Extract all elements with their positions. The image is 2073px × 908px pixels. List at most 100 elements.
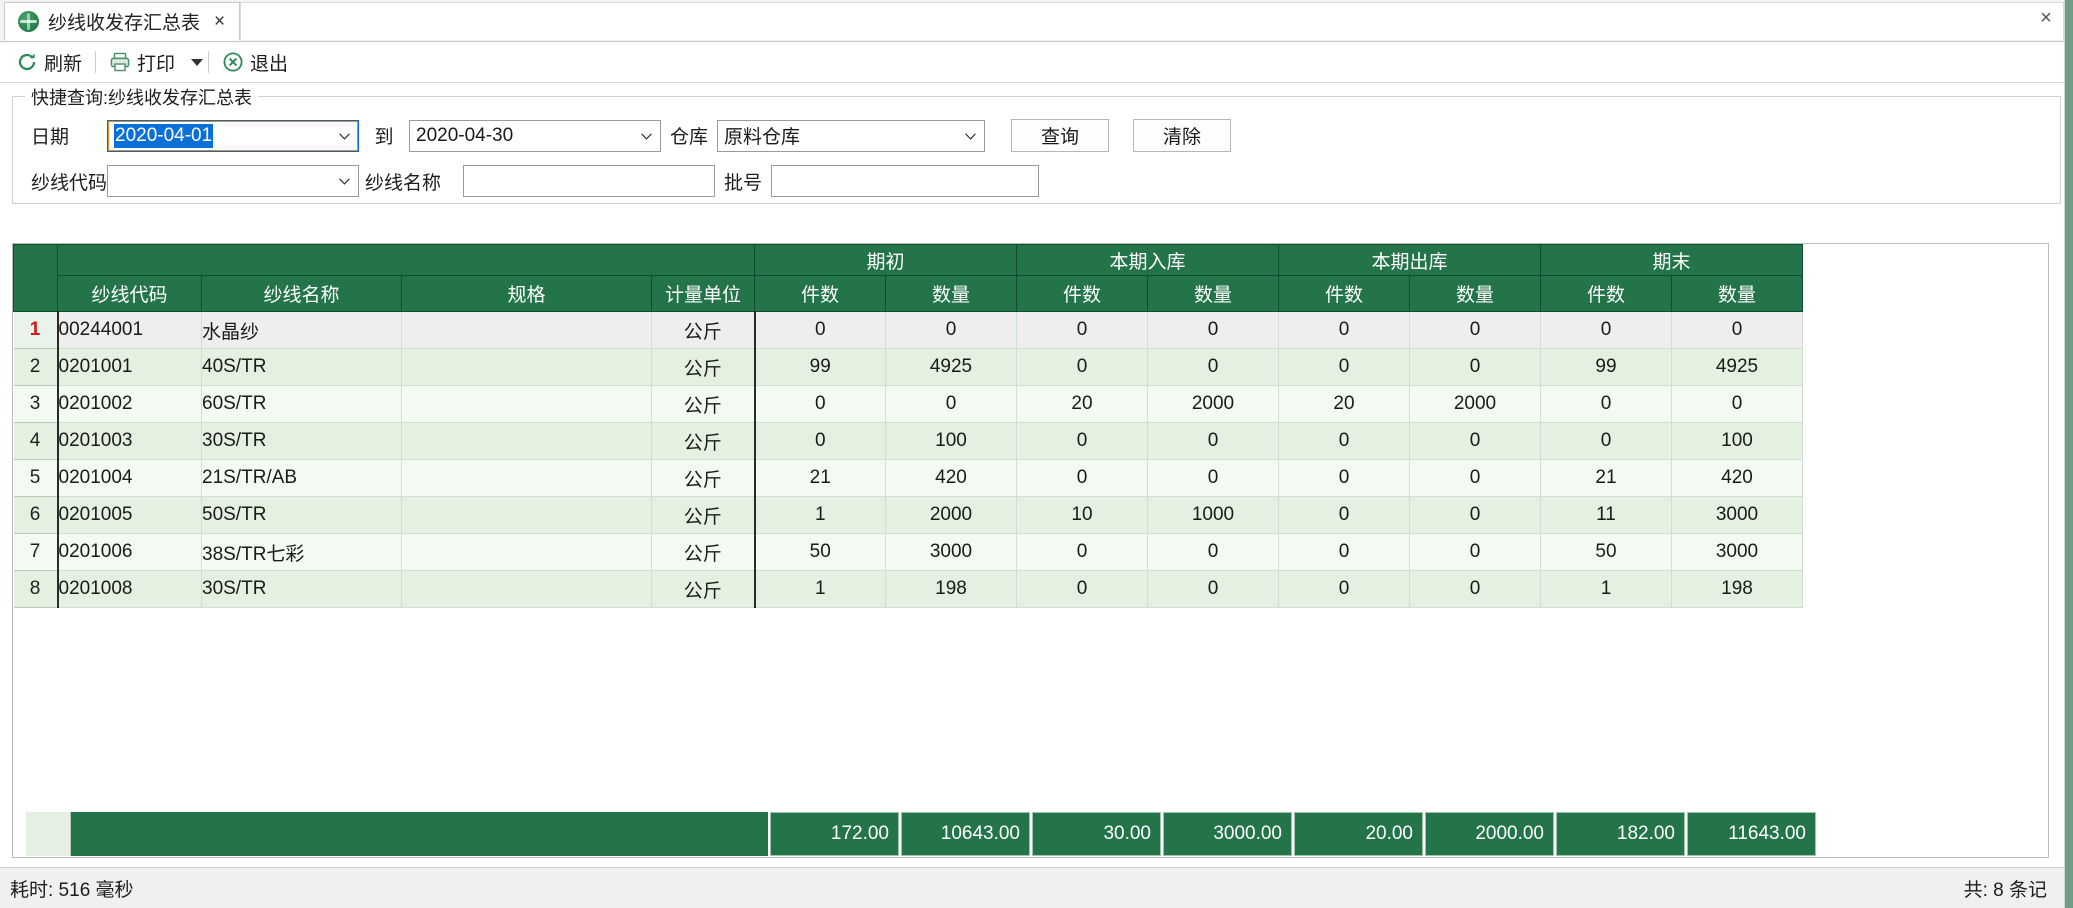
table-row[interactable]: 1 00244001 水晶纱 公斤 0 0 0 0 0 0 0 0 — [13, 311, 1803, 349]
refresh-icon — [16, 51, 38, 73]
cell-yarn-code: 0201004 — [57, 459, 202, 497]
cell-opening-qty: 2000 — [885, 496, 1017, 534]
cell-inbound-pieces: 0 — [1016, 459, 1148, 497]
cell-outbound-qty: 0 — [1409, 570, 1541, 608]
toolbar: 刷新 打印 退出 — [0, 42, 2073, 83]
column-header-yarn-code[interactable]: 纱线代码 — [57, 275, 202, 312]
cell-outbound-qty: 2000 — [1409, 385, 1541, 423]
total-inbound-pieces: 30.00 — [1032, 812, 1161, 856]
chevron-down-icon[interactable] — [191, 58, 204, 66]
column-header-inbound-qty[interactable]: 数量 — [1147, 275, 1279, 312]
tab-yarn-summary[interactable]: 纱线收发存汇总表 × — [4, 2, 241, 41]
cell-outbound-pieces: 0 — [1278, 570, 1410, 608]
row-number: 1 — [13, 311, 59, 349]
column-header-outbound-qty[interactable]: 数量 — [1409, 275, 1541, 312]
cell-inbound-qty: 0 — [1147, 533, 1279, 571]
cell-outbound-pieces: 0 — [1278, 459, 1410, 497]
cell-spec — [401, 348, 652, 386]
chevron-down-icon — [339, 178, 350, 185]
search-button[interactable]: 查询 — [1011, 119, 1109, 152]
table-row[interactable]: 6 0201005 50S/TR 公斤 1 2000 10 1000 0 0 11 3000 — [13, 496, 1803, 534]
cell-inbound-qty: 0 — [1147, 459, 1279, 497]
print-button[interactable]: 打印 — [101, 47, 183, 78]
clear-button[interactable]: 清除 — [1133, 119, 1231, 152]
yarn-code-combo[interactable] — [107, 165, 359, 197]
cell-inbound-qty: 1000 — [1147, 496, 1279, 534]
cell-opening-pieces: 50 — [753, 533, 886, 571]
cell-closing-pieces: 21 — [1540, 459, 1672, 497]
cell-closing-qty: 0 — [1671, 385, 1803, 423]
date-from-combo[interactable]: 2020-04-01 — [107, 119, 359, 152]
cell-closing-pieces: 0 — [1540, 422, 1672, 460]
table-row[interactable]: 8 0201008 30S/TR 公斤 1 198 0 0 0 0 1 198 — [13, 570, 1803, 608]
date-to-value: 2020-04-30 — [416, 124, 514, 146]
column-header-opening-qty[interactable]: 数量 — [885, 275, 1017, 312]
cell-outbound-qty: 0 — [1409, 496, 1541, 534]
column-header-inbound-pieces[interactable]: 件数 — [1016, 275, 1148, 312]
column-header-opening-pieces[interactable]: 件数 — [754, 275, 886, 312]
column-header-closing-qty[interactable]: 数量 — [1671, 275, 1803, 312]
date-to-combo[interactable]: 2020-04-30 — [409, 119, 661, 152]
yarn-name-input[interactable] — [463, 165, 715, 197]
table-row[interactable]: 3 0201002 60S/TR 公斤 0 0 20 2000 20 2000 0 0 — [13, 385, 1803, 423]
cell-inbound-qty: 0 — [1147, 348, 1279, 386]
group-header-closing: 期末 — [1540, 244, 1803, 276]
column-header-yarn-name[interactable]: 纱线名称 — [201, 275, 402, 312]
cell-spec — [401, 422, 652, 460]
table-row[interactable]: 7 0201006 38S/TR七彩 公斤 50 3000 0 0 0 0 50 3000 — [13, 533, 1803, 571]
batch-input[interactable] — [771, 165, 1039, 197]
cell-unit: 公斤 — [651, 422, 755, 460]
cell-closing-qty: 420 — [1671, 459, 1803, 497]
column-header-closing-pieces[interactable]: 件数 — [1540, 275, 1672, 312]
batch-label: 批号 — [723, 172, 762, 194]
cell-closing-pieces: 0 — [1540, 385, 1672, 423]
cell-yarn-name: 38S/TR七彩 — [201, 533, 402, 571]
total-opening-pieces: 172.00 — [770, 812, 899, 856]
cell-outbound-qty: 0 — [1409, 459, 1541, 497]
cell-closing-pieces: 0 — [1540, 311, 1672, 349]
cell-inbound-qty: 0 — [1147, 570, 1279, 608]
table-row[interactable]: 4 0201003 30S/TR 公斤 0 100 0 0 0 0 0 100 — [13, 422, 1803, 460]
total-outbound-pieces: 20.00 — [1294, 812, 1423, 856]
grid-table: 期初 本期入库 本期出库 期末 纱线代码 纱线名称 规格 计量单位 件数 数量 … — [13, 244, 1803, 608]
tab-close-icon[interactable]: × — [214, 12, 225, 31]
total-opening-qty: 10643.00 — [901, 812, 1030, 856]
column-header-outbound-pieces[interactable]: 件数 — [1278, 275, 1410, 312]
exit-label: 退出 — [250, 53, 289, 75]
cell-closing-pieces: 50 — [1540, 533, 1672, 571]
table-row[interactable]: 2 0201001 40S/TR 公斤 99 4925 0 0 0 0 99 4925 — [13, 348, 1803, 386]
grid-header: 期初 本期入库 本期出库 期末 纱线代码 纱线名称 规格 计量单位 件数 数量 … — [13, 244, 1803, 312]
table-row[interactable]: 5 0201004 21S/TR/AB 公斤 21 420 0 0 0 0 21 420 — [13, 459, 1803, 497]
data-grid[interactable]: 期初 本期入库 本期出库 期末 纱线代码 纱线名称 规格 计量单位 件数 数量 … — [12, 243, 2049, 858]
cell-opening-qty: 3000 — [885, 533, 1017, 571]
total-outbound-qty: 2000.00 — [1425, 812, 1554, 856]
window-close-icon[interactable]: × — [2033, 6, 2059, 30]
cell-spec — [401, 385, 652, 423]
cell-spec — [401, 496, 652, 534]
exit-button[interactable]: 退出 — [214, 47, 296, 78]
date-label: 日期 — [31, 127, 70, 148]
column-header-unit[interactable]: 计量单位 — [651, 275, 755, 312]
chevron-down-icon — [641, 132, 652, 140]
warehouse-combo[interactable]: 原料仓库 — [717, 119, 985, 152]
toolbar-divider-2 — [208, 51, 210, 73]
date-from-value: 2020-04-01 — [114, 123, 214, 148]
globe-icon — [18, 11, 39, 32]
cell-spec — [401, 570, 652, 608]
toolbar-divider-1 — [95, 51, 97, 73]
print-label: 打印 — [137, 53, 176, 75]
cell-opening-qty: 198 — [885, 570, 1017, 608]
cell-unit: 公斤 — [651, 533, 755, 571]
column-header-spec[interactable]: 规格 — [401, 275, 652, 312]
application-window: 纱线收发存汇总表 × × 刷新 打印 退出 快捷查询:纱线收发存汇总表 日期 2… — [0, 0, 2073, 908]
status-bar: 耗时: 516 毫秒 共: 8 条记 — [0, 867, 2073, 908]
cell-opening-qty: 100 — [885, 422, 1017, 460]
window-right-edge — [2064, 0, 2073, 908]
grid-corner-header — [13, 244, 58, 312]
refresh-button[interactable]: 刷新 — [8, 47, 90, 78]
cell-yarn-code: 0201005 — [57, 496, 202, 534]
cell-outbound-qty: 0 — [1409, 422, 1541, 460]
grid-body: 1 00244001 水晶纱 公斤 0 0 0 0 0 0 0 0 2 0201001 40S/TR 公斤 99… — [13, 311, 1803, 608]
cell-inbound-pieces: 0 — [1016, 533, 1148, 571]
cell-opening-qty: 0 — [885, 311, 1017, 349]
